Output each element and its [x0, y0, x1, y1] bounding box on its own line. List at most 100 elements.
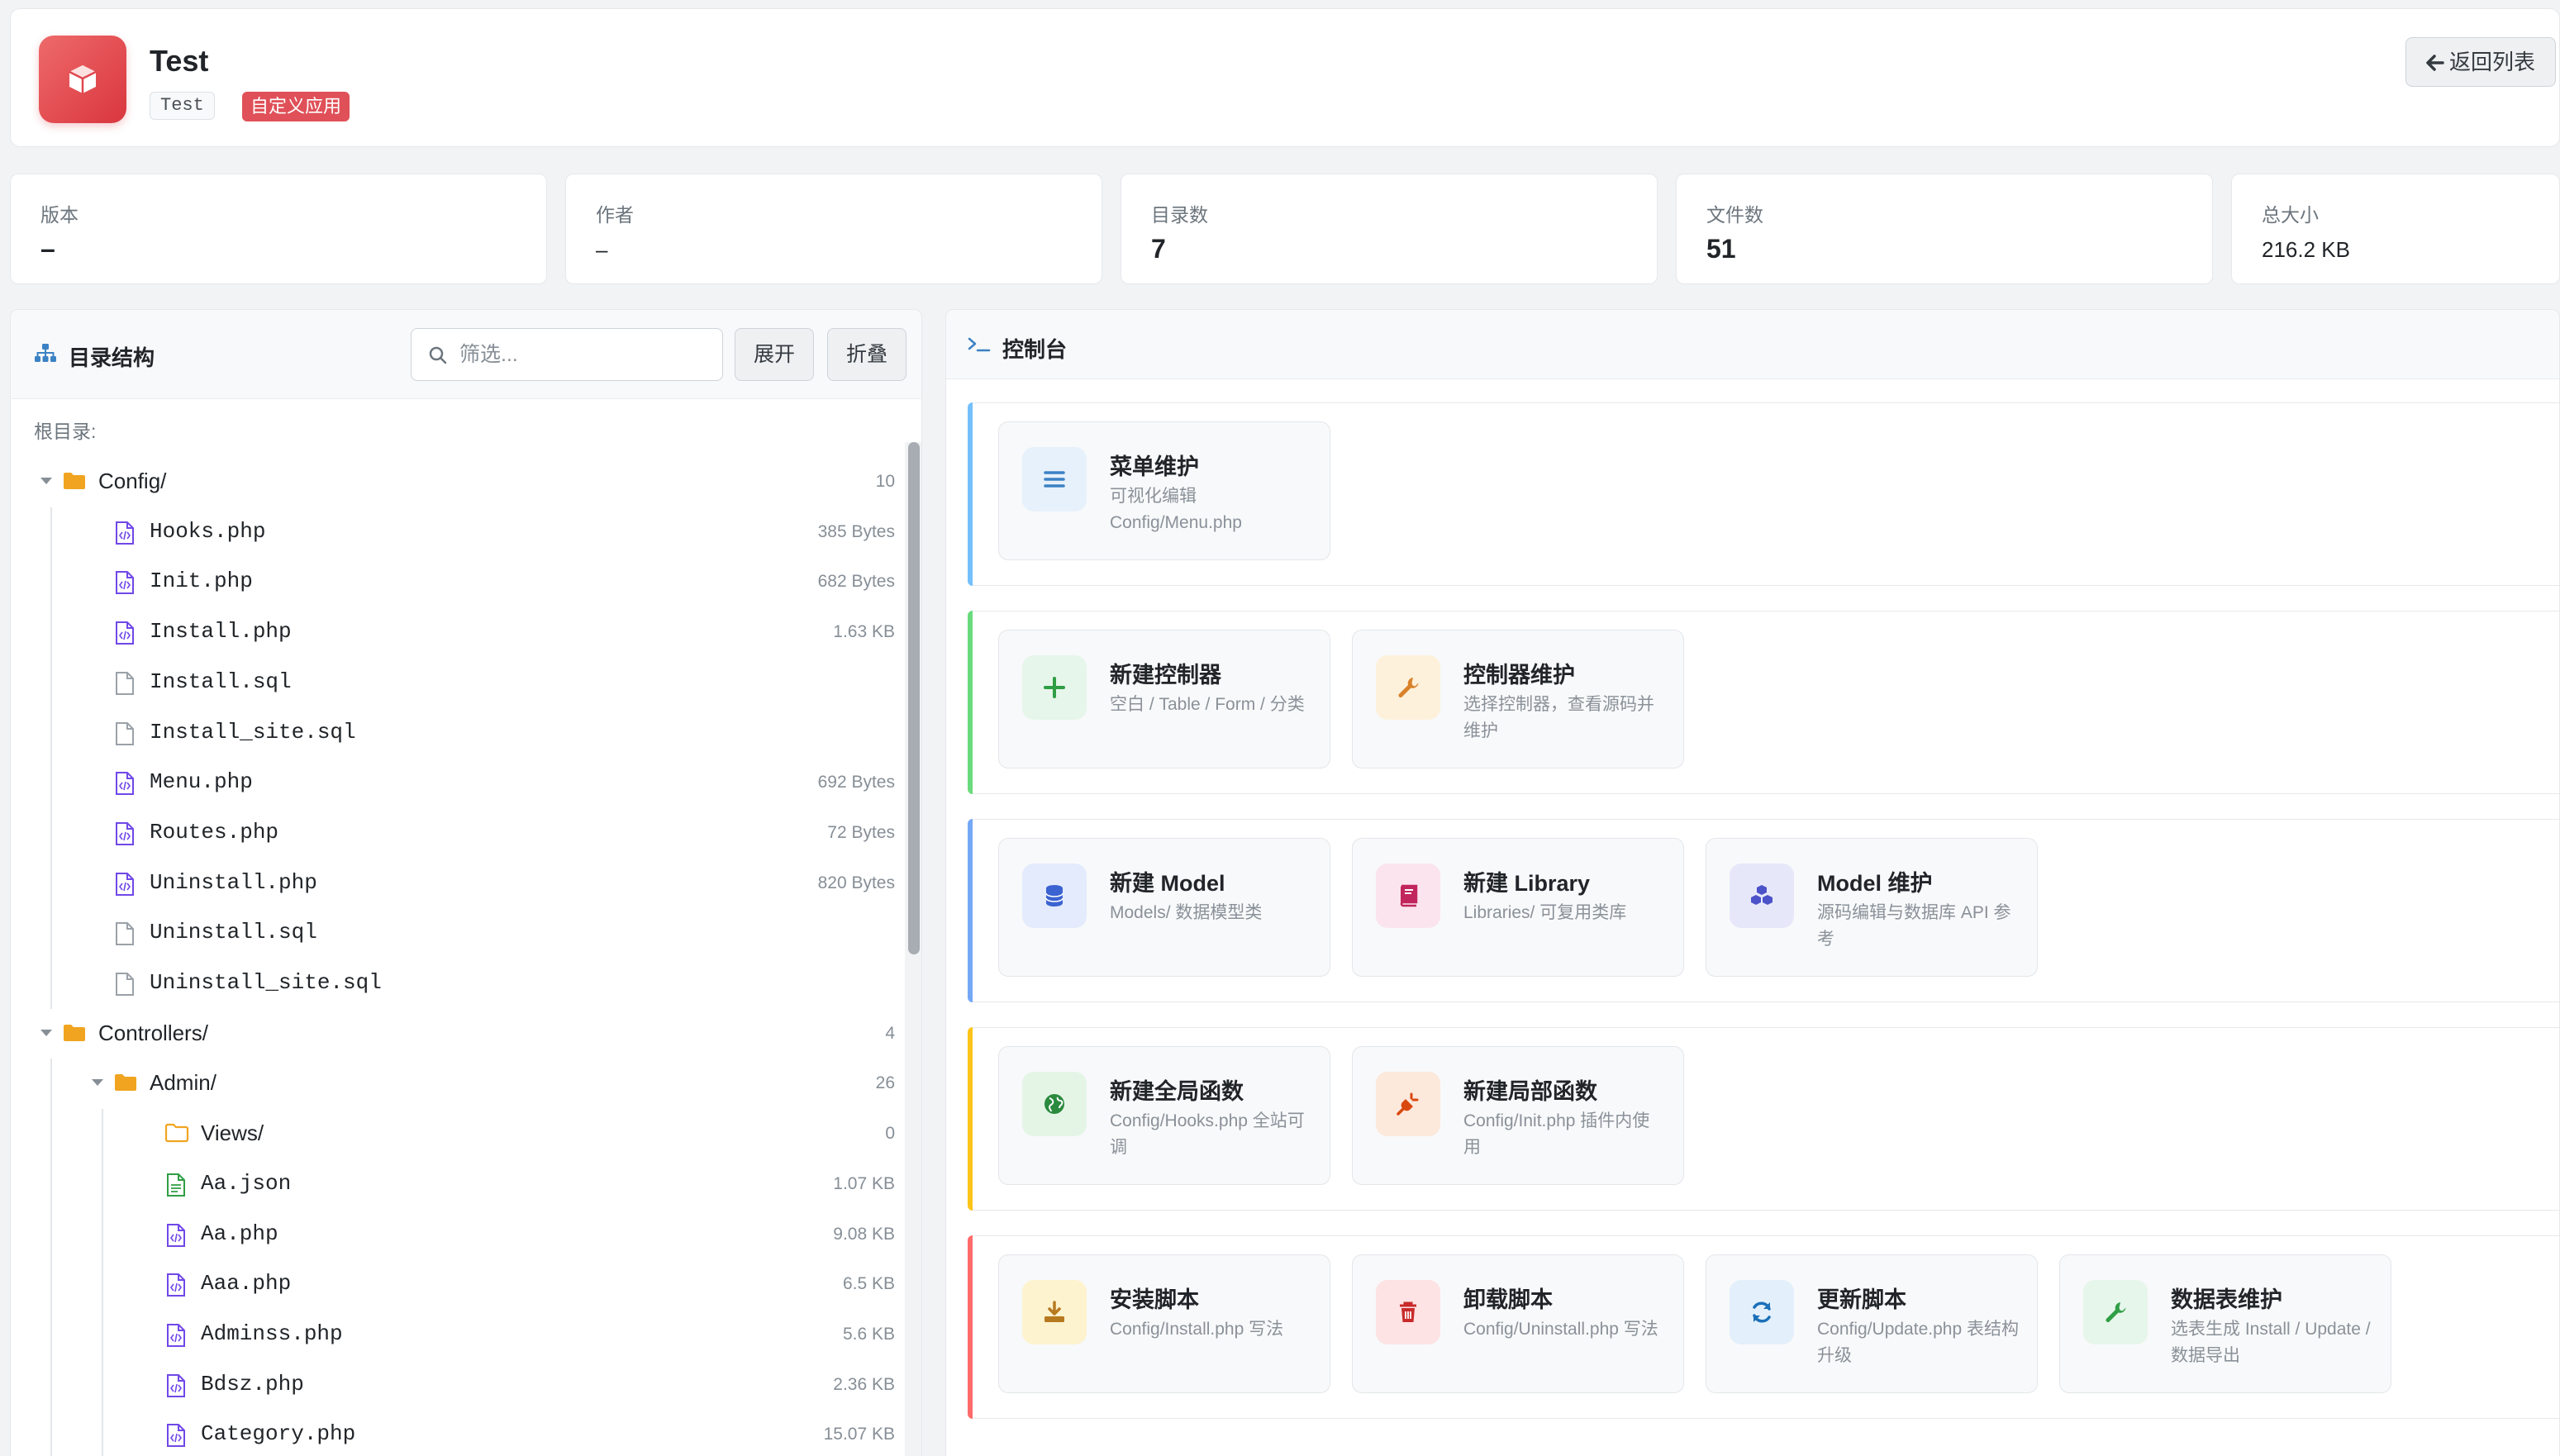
- tree-item-name: Uninstall.php: [150, 869, 317, 895]
- tree-file-row[interactable]: Install.php 1.63 KB: [11, 607, 895, 657]
- tree-item-size: 15.07 KB: [823, 1425, 895, 1444]
- stat-card-file-count: 文件数 51: [1676, 174, 2213, 284]
- caret-down-icon[interactable]: [39, 1027, 54, 1043]
- console-action-tile[interactable]: 安装脚本 Config/Install.php 写法: [998, 1254, 1330, 1393]
- sitemap-icon: [35, 344, 56, 362]
- tree-file-row[interactable]: Install_site.sql: [11, 708, 895, 758]
- file-icon: [115, 921, 135, 950]
- tree-file-row[interactable]: Menu.php 692 Bytes: [11, 758, 895, 807]
- tree-file-row[interactable]: Init.php 682 Bytes: [11, 557, 895, 607]
- tree-folder-row[interactable]: Config/10: [11, 457, 895, 507]
- filter-field[interactable]: [411, 328, 723, 381]
- tree-item-name: Category.php: [201, 1421, 356, 1447]
- tile-title: 新建全局函数: [1110, 1079, 1244, 1104]
- database-icon: [1022, 864, 1087, 928]
- back-button-label: 返回列表: [2448, 50, 2535, 74]
- tile-description: Config/Init.php 插件内使用: [1463, 1111, 1650, 1157]
- stat-card-total-size: 总大小 216.2 KB: [2231, 174, 2560, 284]
- console-action-tile[interactable]: 新建控制器 空白 / Table / Form / 分类: [998, 630, 1330, 768]
- php-file-icon: [166, 1423, 186, 1452]
- tree-file-row[interactable]: Adminss.php 5.6 KB: [11, 1310, 895, 1359]
- tree-indent-guide: [102, 1109, 103, 1456]
- tile-title: 卸载脚本: [1463, 1287, 1553, 1312]
- console-action-tile[interactable]: Model 维护 源码编辑与数据库 API 参考: [1706, 838, 2038, 977]
- console-action-tile[interactable]: 新建 Model Models/ 数据模型类: [998, 838, 1330, 977]
- console-action-tile[interactable]: 新建 Library Libraries/ 可复用类库: [1352, 838, 1684, 977]
- group-accent-bar: [968, 611, 973, 794]
- tree-file-row[interactable]: Install.sql: [11, 658, 895, 707]
- tile-title: 数据表维护: [2171, 1287, 2282, 1312]
- tree-file-row[interactable]: Aaa.php 6.5 KB: [11, 1259, 895, 1309]
- tree-item-size: 682 Bytes: [817, 572, 895, 592]
- tree-file-row[interactable]: Category.php 15.07 KB: [11, 1410, 895, 1456]
- tree-file-row[interactable]: Bdsz.php 2.36 KB: [11, 1360, 895, 1410]
- console-title: 控制台: [1002, 337, 1068, 362]
- caret-down-icon[interactable]: [39, 475, 54, 491]
- plug-icon: [1376, 1072, 1440, 1136]
- search-icon: [429, 346, 447, 364]
- caret-down-icon[interactable]: [90, 1077, 105, 1092]
- tree-file-row[interactable]: Routes.php 72 Bytes: [11, 808, 895, 858]
- directory-panel: 目录结构 展开 折叠 根目录: Config/10 Hooks.php 385 By…: [10, 309, 922, 1456]
- tree-file-row[interactable]: Uninstall.sql: [11, 908, 895, 958]
- tree-item-size: 5.6 KB: [842, 1324, 895, 1344]
- tree-file-row[interactable]: Aa.json 1.07 KB: [11, 1159, 895, 1209]
- stat-card-author: 作者 –: [565, 174, 1102, 284]
- stat-label: 目录数: [1151, 204, 1208, 226]
- php-file-icon: [115, 771, 135, 800]
- stat-card-version: 版本 –: [10, 174, 547, 284]
- app-header: Test Test 自定义应用 返回列表: [10, 8, 2560, 147]
- cube-icon: [39, 36, 126, 123]
- tree-folder-row[interactable]: Admin/26: [11, 1059, 895, 1108]
- filter-input[interactable]: [459, 337, 707, 372]
- file-icon: [115, 721, 135, 750]
- php-file-icon: [166, 1223, 186, 1252]
- tree-item-size: 385 Bytes: [817, 521, 895, 541]
- tree-file-row[interactable]: Hooks.php 385 Bytes: [11, 507, 895, 557]
- php-file-icon: [166, 1373, 186, 1402]
- tile-description: 选表生成 Install / Update / 数据导出: [2171, 1320, 2371, 1365]
- folder-icon: [62, 470, 87, 496]
- tree-item-name: Install_site.sql: [150, 719, 356, 745]
- console-header: 控制台: [946, 310, 2559, 379]
- tree-scrollbar[interactable]: [905, 442, 921, 1456]
- tree-item-name: Controllers/: [98, 1020, 208, 1045]
- root-label: 根目录:: [34, 421, 97, 442]
- tree-item-name: Aa.php: [201, 1220, 278, 1246]
- expand-all-button[interactable]: 展开: [735, 328, 814, 381]
- tree-file-row[interactable]: Aa.php 9.08 KB: [11, 1210, 895, 1259]
- tile-title: 菜单维护: [1110, 454, 1199, 479]
- tree-item-size: 6.5 KB: [842, 1274, 895, 1294]
- console-action-tile[interactable]: 数据表维护选表生成 Install / Update / 数据导出: [2059, 1254, 2391, 1393]
- console-action-tile[interactable]: 新建局部函数 Config/Init.php 插件内使用: [1352, 1046, 1684, 1185]
- tile-description: Config/Install.php 写法: [1110, 1320, 1284, 1339]
- tree-folder-row[interactable]: Views/0: [11, 1109, 895, 1159]
- terminal-icon: [968, 337, 991, 352]
- collapse-all-button[interactable]: 折叠: [827, 328, 906, 381]
- stat-label: 文件数: [1706, 204, 1763, 226]
- folder-icon: [113, 1072, 138, 1097]
- cubes-icon: [1730, 864, 1794, 928]
- console-action-tile[interactable]: 更新脚本 Config/Update.php 表结构升级: [1706, 1254, 2038, 1393]
- tree-item-name: Uninstall.sql: [150, 920, 317, 945]
- book-icon: [1376, 864, 1440, 928]
- group-accent-bar: [968, 819, 973, 1002]
- tile-title: 新建控制器: [1110, 663, 1221, 688]
- console-action-tile[interactable]: 新建全局函数 Config/Hooks.php 全站可调: [998, 1046, 1330, 1185]
- php-file-icon: [115, 521, 135, 550]
- directory-header: 目录结构 展开 折叠: [11, 310, 921, 399]
- stat-card-dir-count: 目录数 7: [1121, 174, 1658, 284]
- console-action-tile[interactable]: 控制器维护 选择控制器，查看源码并维护: [1352, 630, 1684, 768]
- console-action-tile[interactable]: 卸载脚本 Config/Uninstall.php 写法: [1352, 1254, 1684, 1393]
- group-accent-bar: [968, 1027, 973, 1211]
- console-panel: 控制台 菜单维护 可视化编辑 Config/Menu.php 新建控制器 空白 / T…: [945, 309, 2560, 1456]
- console-action-tile[interactable]: 菜单维护 可视化编辑 Config/Menu.php: [998, 421, 1330, 560]
- tree-folder-row[interactable]: Controllers/4: [11, 1009, 895, 1059]
- tree-file-row[interactable]: Uninstall_site.sql: [11, 959, 895, 1008]
- scrollbar-thumb[interactable]: [908, 442, 920, 954]
- php-file-icon: [115, 570, 135, 599]
- tree-file-row[interactable]: Uninstall.php 820 Bytes: [11, 859, 895, 908]
- tile-title: 安装脚本: [1110, 1287, 1199, 1312]
- back-to-list-button[interactable]: 返回列表: [2405, 37, 2556, 87]
- folder-icon: [62, 1022, 87, 1048]
